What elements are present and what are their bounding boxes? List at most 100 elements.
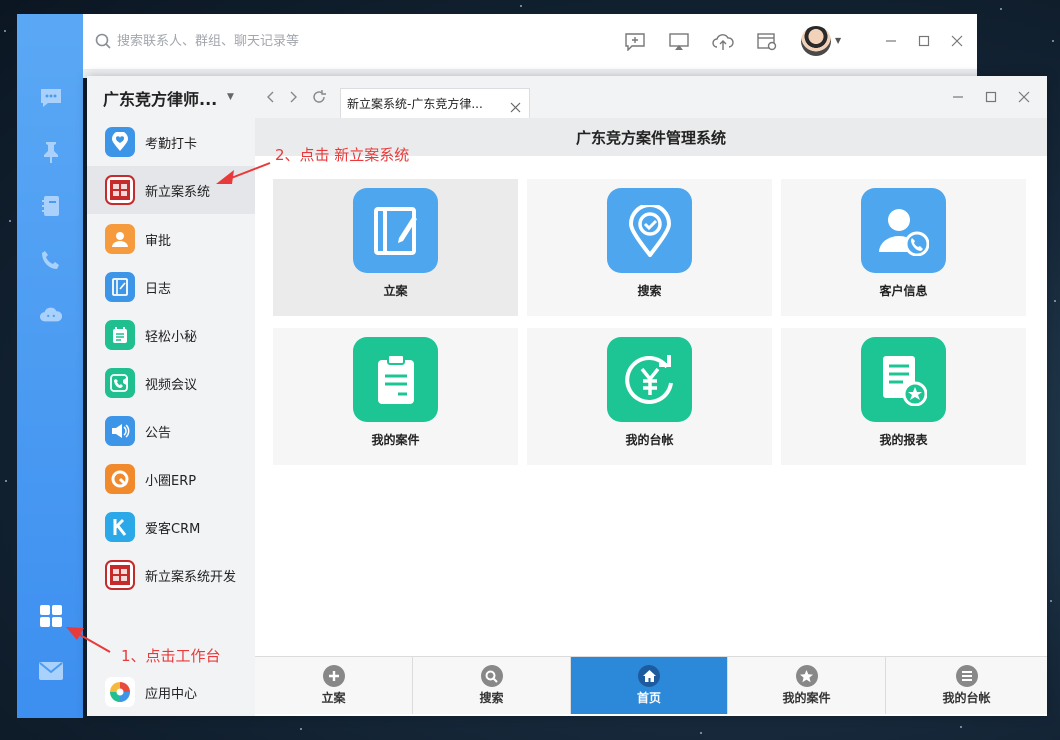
address-book-icon[interactable] [39,194,63,218]
nav-search[interactable]: 搜索 [413,657,571,714]
seal-icon [105,560,135,590]
org-caret-icon[interactable]: ▼ [227,92,234,102]
app-item-video-meeting[interactable]: 视频会议 [87,359,255,407]
speaker-icon [105,416,135,446]
minimize-icon[interactable] [950,89,966,105]
nav-label: 搜索 [479,691,504,705]
settings-folder-icon[interactable] [756,31,778,53]
app-label: 审批 [145,233,172,249]
home-icon [638,665,660,687]
app-center-label: 应用中心 [145,686,198,702]
maximize-icon[interactable] [916,33,932,49]
app-label: 考勤打卡 [145,136,198,152]
nav-my-ledger[interactable]: 我的台帐 [886,657,1047,714]
cloud-icon[interactable] [39,302,63,326]
bottom-nav: 立案 搜索 首页 我的案件 我的台帐 [255,656,1047,714]
app-label: 视频会议 [145,377,198,393]
chat-icon[interactable] [39,86,63,110]
nav-home[interactable]: 首页 [571,657,728,714]
tile-label: 客户信息 [879,284,928,298]
nav-register-case[interactable]: 立案 [255,657,413,714]
app-item-crm[interactable]: 爱客CRM [87,503,255,551]
new-chat-icon[interactable] [624,31,646,53]
search-icon [480,665,503,687]
avatar-caret-icon[interactable]: ▼ [835,36,841,45]
avatar[interactable] [801,26,831,56]
register-case-icon [353,188,438,273]
phone-icon[interactable] [39,248,63,272]
page-title: 广东竞方案件管理系统 [575,128,726,147]
tile-search[interactable]: 搜索 [527,179,772,316]
close-icon[interactable] [949,33,965,49]
search-icon [95,33,111,53]
nav-label: 我的台帐 [942,691,991,705]
tab-close-icon[interactable] [510,98,521,113]
cloud-upload-icon[interactable] [712,31,734,53]
erp-logo-icon [105,464,135,494]
app-item-attendance[interactable]: 考勤打卡 [87,118,255,166]
app-item-approval[interactable]: 审批 [87,215,255,263]
app-sidebar: 广东竞方律师... ▼ 考勤打卡 新立案系统 审批 日志 轻松小秘 视频会议 公… [87,76,255,716]
tile-client-info[interactable]: 客户信息 [781,179,1026,316]
im-top-bar: ▼ [83,14,977,70]
app-label: 日志 [145,281,172,297]
tile-label: 立案 [383,284,408,298]
org-name[interactable]: 广东竞方律师... [103,86,217,110]
tab-bar: 新立案系统-广东竞方律... [255,76,1047,118]
app-label: 爱客CRM [145,521,201,537]
app-label: 轻松小秘 [145,329,198,345]
close-icon[interactable] [1016,89,1032,105]
app-center-icon [105,677,135,707]
screen-share-icon[interactable] [668,31,690,53]
star-icon [795,665,818,687]
browser-area: 新立案系统-广东竞方律... 广东竞方案件管理系统 立案 搜索 客户信息 我的案… [255,76,1047,716]
tab-new-case-system[interactable]: 新立案系统-广东竞方律... [340,88,530,118]
yuan-refresh-icon [607,337,692,422]
tile-label: 我的报表 [879,433,928,447]
annotation-step2: 2、点击 新立案系统 [275,146,410,164]
app-item-new-case-dev[interactable]: 新立案系统开发 [87,551,255,599]
clipboard-icon [353,337,438,422]
refresh-icon[interactable] [311,89,327,105]
app-label: 公告 [145,425,172,441]
app-center[interactable]: 应用中心 [87,668,255,716]
tile-my-ledger[interactable]: 我的台帐 [527,328,772,465]
nav-my-cases[interactable]: 我的案件 [728,657,886,714]
pin-icon[interactable] [39,140,63,164]
nav-label: 立案 [321,691,346,705]
app-label: 新立案系统开发 [145,569,237,585]
app-item-erp[interactable]: 小圈ERP [87,455,255,503]
app-item-new-case-system[interactable]: 新立案系统 [87,166,255,214]
report-star-icon [861,337,946,422]
crm-logo-icon [105,512,135,542]
tile-my-cases[interactable]: 我的案件 [273,328,518,465]
app-item-log[interactable]: 日志 [87,263,255,311]
left-rail [17,14,83,718]
app-label: 新立案系统 [145,184,211,200]
tile-register-case[interactable]: 立案 [273,179,518,316]
tile-label: 搜索 [637,284,662,298]
client-phone-icon [861,188,946,273]
search-pin-icon [607,188,692,273]
app-label: 小圈ERP [145,473,197,489]
minimize-icon[interactable] [883,33,899,49]
person-icon [105,224,135,254]
location-heart-icon [105,127,135,157]
workbench-grid-icon[interactable] [39,604,63,628]
search-input[interactable] [117,30,397,52]
tile-label: 我的案件 [371,433,420,447]
workbench-window: 广东竞方律师... ▼ 考勤打卡 新立案系统 审批 日志 轻松小秘 视频会议 公… [87,76,1047,716]
calendar-icon [105,320,135,350]
mail-icon[interactable] [39,659,63,683]
nav-label: 我的案件 [782,691,831,705]
back-icon[interactable] [262,89,278,105]
app-item-announcement[interactable]: 公告 [87,407,255,455]
video-phone-icon [105,368,135,398]
app-item-assistant[interactable]: 轻松小秘 [87,311,255,359]
tile-label: 我的台帐 [625,433,674,447]
forward-icon[interactable] [286,89,302,105]
maximize-icon[interactable] [983,89,999,105]
menu-icon [955,665,978,687]
tile-my-reports[interactable]: 我的报表 [781,328,1026,465]
seal-icon [105,175,135,205]
